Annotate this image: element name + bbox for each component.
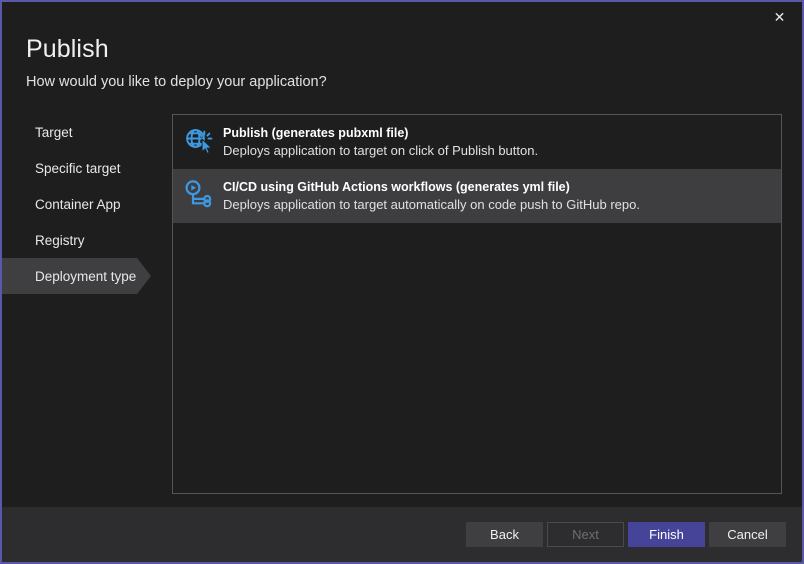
dialog-footer: Back Next Finish Cancel xyxy=(2,507,802,562)
option-title: Publish (generates pubxml file) xyxy=(223,125,538,141)
cancel-button[interactable]: Cancel xyxy=(709,522,786,547)
option-cicd-github-actions[interactable]: CI/CD using GitHub Actions workflows (ge… xyxy=(173,169,781,223)
cicd-pipeline-icon xyxy=(181,178,215,212)
sidebar-item-label: Target xyxy=(35,125,73,140)
sidebar-item-specific-target[interactable]: Specific target xyxy=(2,150,170,186)
sidebar-item-label: Container App xyxy=(35,197,121,212)
title-bar: ✕ xyxy=(2,2,802,34)
sidebar-item-label: Registry xyxy=(35,233,85,248)
option-text: CI/CD using GitHub Actions workflows (ge… xyxy=(223,178,640,214)
page-subtitle: How would you like to deploy your applic… xyxy=(26,74,327,90)
close-icon[interactable]: ✕ xyxy=(757,2,802,32)
sidebar-item-target[interactable]: Target xyxy=(2,114,170,150)
option-publish-pubxml[interactable]: Publish (generates pubxml file) Deploys … xyxy=(173,115,781,169)
option-description: Deploys application to target automatica… xyxy=(223,196,640,214)
next-button: Next xyxy=(547,522,624,547)
sidebar-item-container-app[interactable]: Container App xyxy=(2,186,170,222)
sidebar-item-deployment-type[interactable]: Deployment type xyxy=(2,258,137,294)
publish-dialog: ✕ Publish How would you like to deploy y… xyxy=(0,0,804,564)
sidebar-item-label: Deployment type xyxy=(35,269,136,284)
option-text: Publish (generates pubxml file) Deploys … xyxy=(223,124,538,160)
page-title: Publish xyxy=(26,35,109,64)
option-title: CI/CD using GitHub Actions workflows (ge… xyxy=(223,179,640,195)
option-description: Deploys application to target on click o… xyxy=(223,142,538,160)
globe-cursor-icon xyxy=(181,124,215,158)
sidebar-item-label: Specific target xyxy=(35,161,121,176)
sidebar-item-registry[interactable]: Registry xyxy=(2,222,170,258)
wizard-steps-sidebar: Target Specific target Container App Reg… xyxy=(2,114,170,294)
finish-button[interactable]: Finish xyxy=(628,522,705,547)
back-button[interactable]: Back xyxy=(466,522,543,547)
deployment-type-options-panel: Publish (generates pubxml file) Deploys … xyxy=(172,114,782,494)
